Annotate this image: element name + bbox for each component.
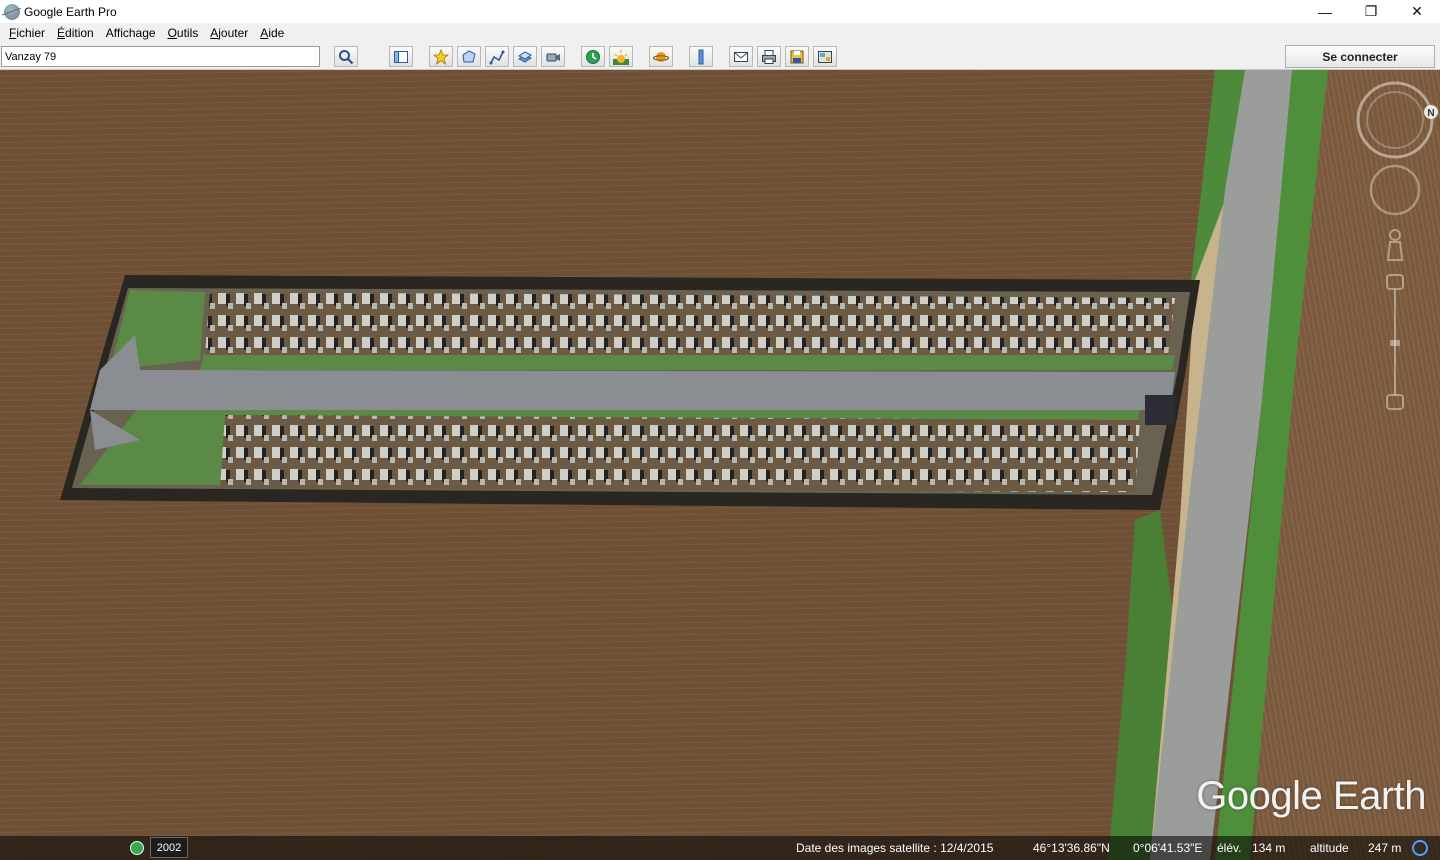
satellite-imagery [0,70,1440,860]
zoom-slider[interactable] [1386,274,1404,410]
google-earth-app-icon [4,3,20,20]
historical-imagery-button[interactable] [581,46,605,67]
search-button[interactable] [334,46,358,67]
ruler-button[interactable] [689,46,713,67]
menu-aide[interactable]: Aide [254,23,290,43]
north-label: N [1427,108,1434,119]
imagery-year-badge[interactable]: 2002 [150,837,188,858]
compass-north-icon[interactable]: N [1424,105,1438,119]
elevation-label: élév. [1217,841,1242,855]
record-tour-button[interactable] [541,46,565,67]
planets-icon [653,51,669,62]
close-button[interactable]: ✕ [1394,0,1440,23]
tour-icon [546,53,560,61]
longitude-readout: 0°06'41.53"E [1133,841,1203,855]
search-input[interactable] [1,46,320,67]
altitude-label: altitude [1310,841,1349,855]
streaming-status-icon [1412,840,1428,856]
maps-icon [818,50,832,63]
title-bar: Google Earth Pro — ❐ ✕ [0,0,1440,23]
ruler-icon [698,49,704,64]
latitude-readout: 46°13'36.86"N [1033,841,1110,855]
view-in-maps-button[interactable] [813,46,837,67]
window-controls: — ❐ ✕ [1302,0,1440,23]
street-view-pegman-icon[interactable] [1386,229,1404,261]
sidebar-toggle-button[interactable] [389,46,413,67]
menu-affichage[interactable]: Affichage [100,23,162,43]
historical-imagery-icon[interactable] [130,841,144,855]
map-view[interactable]: N Google Earth [0,70,1440,860]
historical-imagery-icon [586,49,600,64]
save-image-icon [790,50,804,63]
menu-edition[interactable]: Édition [51,23,100,43]
menu-outils[interactable]: Outils [162,23,205,43]
google-earth-logo: Google Earth [1196,774,1426,818]
sidebar-icon [394,50,408,63]
toolbar: Se connecter [0,43,1440,70]
status-bar: 2002 Date des images satellite : 12/4/20… [0,836,1440,860]
search-icon [339,49,354,64]
menu-fichier[interactable]: Fichier [3,23,51,43]
imagery-date: Date des images satellite : 12/4/2015 [796,841,994,855]
email-icon [734,51,748,62]
move-joystick[interactable] [1369,164,1421,216]
window-title: Google Earth Pro [24,4,117,19]
sign-in-button[interactable]: Se connecter [1285,45,1435,68]
planets-button[interactable] [649,46,673,67]
sunlight-button[interactable] [609,46,633,67]
look-joystick[interactable] [1356,81,1434,159]
print-icon [762,49,776,64]
altitude-value: 247 m [1368,841,1402,855]
sunlight-icon [613,49,629,65]
add-overlay-button[interactable] [513,46,537,67]
add-placemark-button[interactable] [429,46,453,67]
minimize-button[interactable]: — [1302,0,1348,23]
navigation-controls: N [1356,81,1438,410]
email-button[interactable] [729,46,753,67]
menu-ajouter[interactable]: Ajouter [204,23,254,43]
path-icon [489,50,505,64]
add-polygon-button[interactable] [457,46,481,67]
placemark-icon [433,48,449,65]
maximize-button[interactable]: ❐ [1348,0,1394,23]
elevation-value: 134 m [1252,841,1286,855]
menu-bar: Fichier Édition Affichage Outils Ajouter… [0,23,1440,43]
add-path-button[interactable] [485,46,509,67]
overlay-icon [518,50,532,63]
print-button[interactable] [757,46,781,67]
polygon-icon [462,49,476,62]
save-image-button[interactable] [785,46,809,67]
